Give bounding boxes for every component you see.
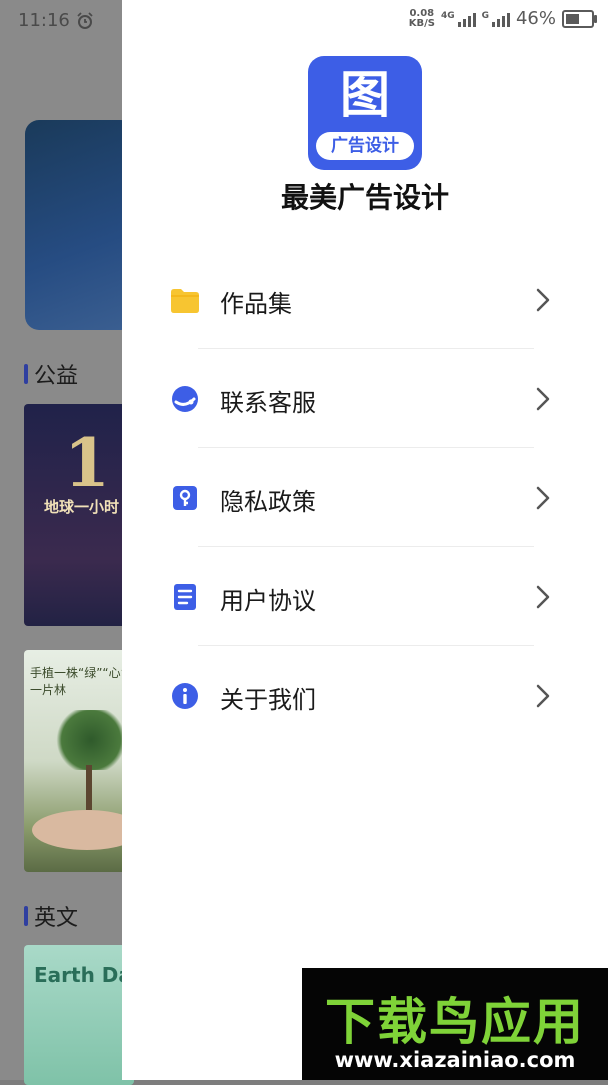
chevron-right-icon <box>536 684 550 708</box>
net-speed: 0.08 KB/S <box>408 7 435 29</box>
menu-item-privacy-policy[interactable]: 隐私政策 <box>122 468 608 528</box>
menu-label: 用户协议 <box>220 587 316 615</box>
watermark-title: 下载鸟应用 <box>325 993 585 1051</box>
banner-card[interactable] <box>25 120 135 330</box>
chevron-right-icon <box>536 288 550 312</box>
app-name: 最美广告设计 <box>280 181 449 214</box>
signal-g-icon: G <box>482 11 510 27</box>
alarm-clock-icon <box>77 11 93 29</box>
poster-title: 手植一株“绿”“心”载一片林 <box>30 666 134 697</box>
poster-title: 地球一小时 <box>44 498 120 516</box>
poster-card-earth-hour[interactable]: 1 地球一小时 <box>24 404 134 626</box>
divider <box>198 546 534 547</box>
poster-card-plant-tree[interactable]: 手植一株“绿”“心”载一片林 <box>24 650 134 872</box>
folder-icon <box>171 289 199 313</box>
battery-icon <box>562 9 597 28</box>
menu-item-customer-service[interactable]: 联系客服 <box>122 369 608 429</box>
app-logo-glyph: 图 <box>340 66 390 124</box>
watermark-url: www.xiazainiao.com <box>334 1048 576 1072</box>
watermark-logo: 下载鸟应用 www.xiazainiao.com <box>302 968 608 1080</box>
menu-item-about-us[interactable]: 关于我们 <box>122 666 608 726</box>
chevron-right-icon <box>536 486 550 510</box>
customer-service-icon <box>172 386 198 412</box>
menu-item-portfolio[interactable]: 作品集 <box>122 270 608 330</box>
menu-label: 关于我们 <box>220 686 316 714</box>
divider <box>198 348 534 349</box>
chevron-right-icon <box>536 387 550 411</box>
poster-title: Earth Da <box>34 963 132 987</box>
section-heading-english: 英文 <box>24 900 78 932</box>
menu-label: 作品集 <box>220 290 292 318</box>
status-time: 11:16 <box>18 10 94 31</box>
signal-4g-icon: 4G <box>441 11 476 27</box>
chevron-right-icon <box>536 585 550 609</box>
tree-image <box>52 710 130 770</box>
poster-number: 1 <box>64 424 110 502</box>
hand-image <box>32 810 134 850</box>
divider <box>198 447 534 448</box>
divider <box>198 645 534 646</box>
document-icon <box>174 584 196 610</box>
menu-label: 联系客服 <box>220 389 316 417</box>
menu-item-user-agreement[interactable]: 用户协议 <box>122 567 608 627</box>
privacy-icon <box>173 486 197 510</box>
side-drawer: 0.08 KB/S 4G G 46% 图 广告设计 最美广告设计 作品集 联系客… <box>122 0 608 1080</box>
menu-label: 隐私政策 <box>220 488 316 516</box>
info-icon <box>172 683 198 709</box>
status-bar-right: 0.08 KB/S 4G G 46% <box>408 7 597 29</box>
battery-percent: 46% <box>515 8 556 29</box>
poster-card-earth-day[interactable]: Earth Da <box>24 945 134 1085</box>
section-heading-public: 公益 <box>24 358 78 390</box>
app-logo: 图 广告设计 <box>308 56 422 170</box>
app-logo-badge: 广告设计 <box>316 132 414 160</box>
